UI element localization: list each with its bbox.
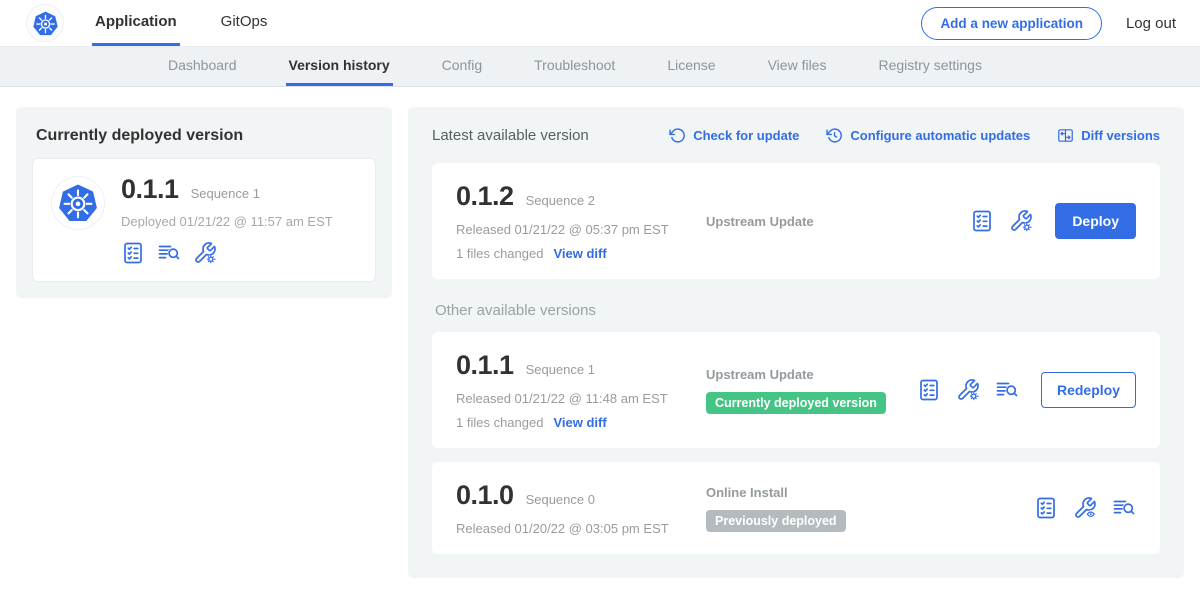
subnav-item-config[interactable]: Config	[439, 47, 485, 86]
subnav-item-registry-settings[interactable]: Registry settings	[875, 47, 984, 86]
version-number: 0.1.1	[456, 350, 514, 381]
check-for-update-link[interactable]: Check for update	[669, 127, 799, 144]
tab-gitops[interactable]: GitOps	[218, 0, 271, 46]
deployed-version-number: 0.1.1	[121, 174, 179, 205]
tab-application-label: Application	[95, 13, 177, 30]
version-history-panel: Latest available version Check for updat…	[408, 107, 1184, 578]
kubernetes-logo-icon	[32, 10, 59, 37]
subnav-item-troubleshoot[interactable]: Troubleshoot	[531, 47, 618, 86]
view-config-icon[interactable]	[1073, 496, 1097, 520]
deploy-button[interactable]: Deploy	[1055, 203, 1136, 239]
logout-button[interactable]: Log out	[1126, 15, 1176, 32]
configure-automatic-updates-link[interactable]: Configure automatic updates	[826, 127, 1030, 144]
edit-config-icon[interactable]	[193, 241, 217, 265]
version-source-label: Online Install	[706, 485, 788, 500]
sequence-label: Sequence 1	[526, 362, 595, 377]
app-logo	[26, 4, 64, 42]
subnav-item-license[interactable]: License	[664, 47, 718, 86]
preflight-checks-icon[interactable]	[1034, 496, 1058, 520]
released-timestamp: Released 01/21/22 @ 05:37 pm EST	[456, 222, 706, 237]
refresh-icon	[669, 127, 686, 144]
app-version-logo	[51, 176, 105, 230]
files-changed-label: 1 files changed	[456, 246, 543, 261]
header-right: Add a new application Log out	[921, 0, 1176, 46]
view-logs-icon[interactable]	[157, 241, 181, 265]
schedule-update-icon	[826, 127, 843, 144]
deployed-sequence-label: Sequence 1	[191, 186, 260, 201]
redeploy-button[interactable]: Redeploy	[1041, 372, 1136, 408]
view-logs-icon[interactable]	[1112, 496, 1136, 520]
version-number: 0.1.2	[456, 181, 514, 212]
view-logs-icon[interactable]	[995, 378, 1019, 402]
sequence-label: Sequence 0	[526, 492, 595, 507]
main-content: Currently deployed version 0.1.1 Sequenc…	[0, 87, 1200, 598]
other-versions-title: Other available versions	[432, 302, 1160, 319]
version-row-0-1-2: 0.1.2 Sequence 2 Released 01/21/22 @ 05:…	[432, 163, 1160, 279]
currently-deployed-card: Currently deployed version 0.1.1 Sequenc…	[16, 107, 392, 298]
diff-icon	[1057, 127, 1074, 144]
preflight-checks-icon[interactable]	[917, 378, 941, 402]
tab-gitops-label: GitOps	[221, 13, 268, 30]
deployed-timestamp: Deployed 01/21/22 @ 11:57 am EST	[121, 214, 333, 229]
view-diff-link[interactable]: View diff	[553, 246, 606, 261]
edit-config-icon[interactable]	[956, 378, 980, 402]
currently-deployed-version-card: 0.1.1 Sequence 1 Deployed 01/21/22 @ 11:…	[32, 158, 376, 282]
diff-versions-link[interactable]: Diff versions	[1057, 127, 1160, 144]
edit-config-icon[interactable]	[1009, 209, 1033, 233]
currently-deployed-title: Currently deployed version	[32, 121, 376, 158]
tab-application[interactable]: Application	[92, 0, 180, 46]
sequence-label: Sequence 2	[526, 193, 595, 208]
kubernetes-logo-icon	[57, 182, 99, 224]
version-number: 0.1.0	[456, 480, 514, 511]
released-timestamp: Released 01/21/22 @ 11:48 am EST	[456, 391, 706, 406]
version-row-0-1-0: 0.1.0 Sequence 0 Released 01/20/22 @ 03:…	[432, 462, 1160, 554]
subnav-item-view-files[interactable]: View files	[765, 47, 830, 86]
add-application-button[interactable]: Add a new application	[921, 7, 1102, 40]
version-row-0-1-1: 0.1.1 Sequence 1 Released 01/21/22 @ 11:…	[432, 332, 1160, 448]
latest-available-title: Latest available version	[432, 127, 589, 144]
preflight-checks-icon[interactable]	[121, 241, 145, 265]
files-changed-label: 1 files changed	[456, 415, 543, 430]
app-header: Application GitOps Add a new application…	[0, 0, 1200, 46]
version-source-label: Upstream Update	[706, 367, 814, 382]
previously-deployed-badge: Previously deployed	[706, 510, 846, 532]
preflight-checks-icon[interactable]	[970, 209, 994, 233]
subnav-item-version-history[interactable]: Version history	[286, 47, 393, 86]
version-source-label: Upstream Update	[706, 214, 814, 229]
view-diff-link[interactable]: View diff	[553, 415, 606, 430]
app-subnav: Dashboard Version history Config Trouble…	[0, 46, 1200, 87]
currently-deployed-badge: Currently deployed version	[706, 392, 886, 414]
subnav-item-dashboard[interactable]: Dashboard	[165, 47, 240, 86]
released-timestamp: Released 01/20/22 @ 03:05 pm EST	[456, 521, 706, 536]
